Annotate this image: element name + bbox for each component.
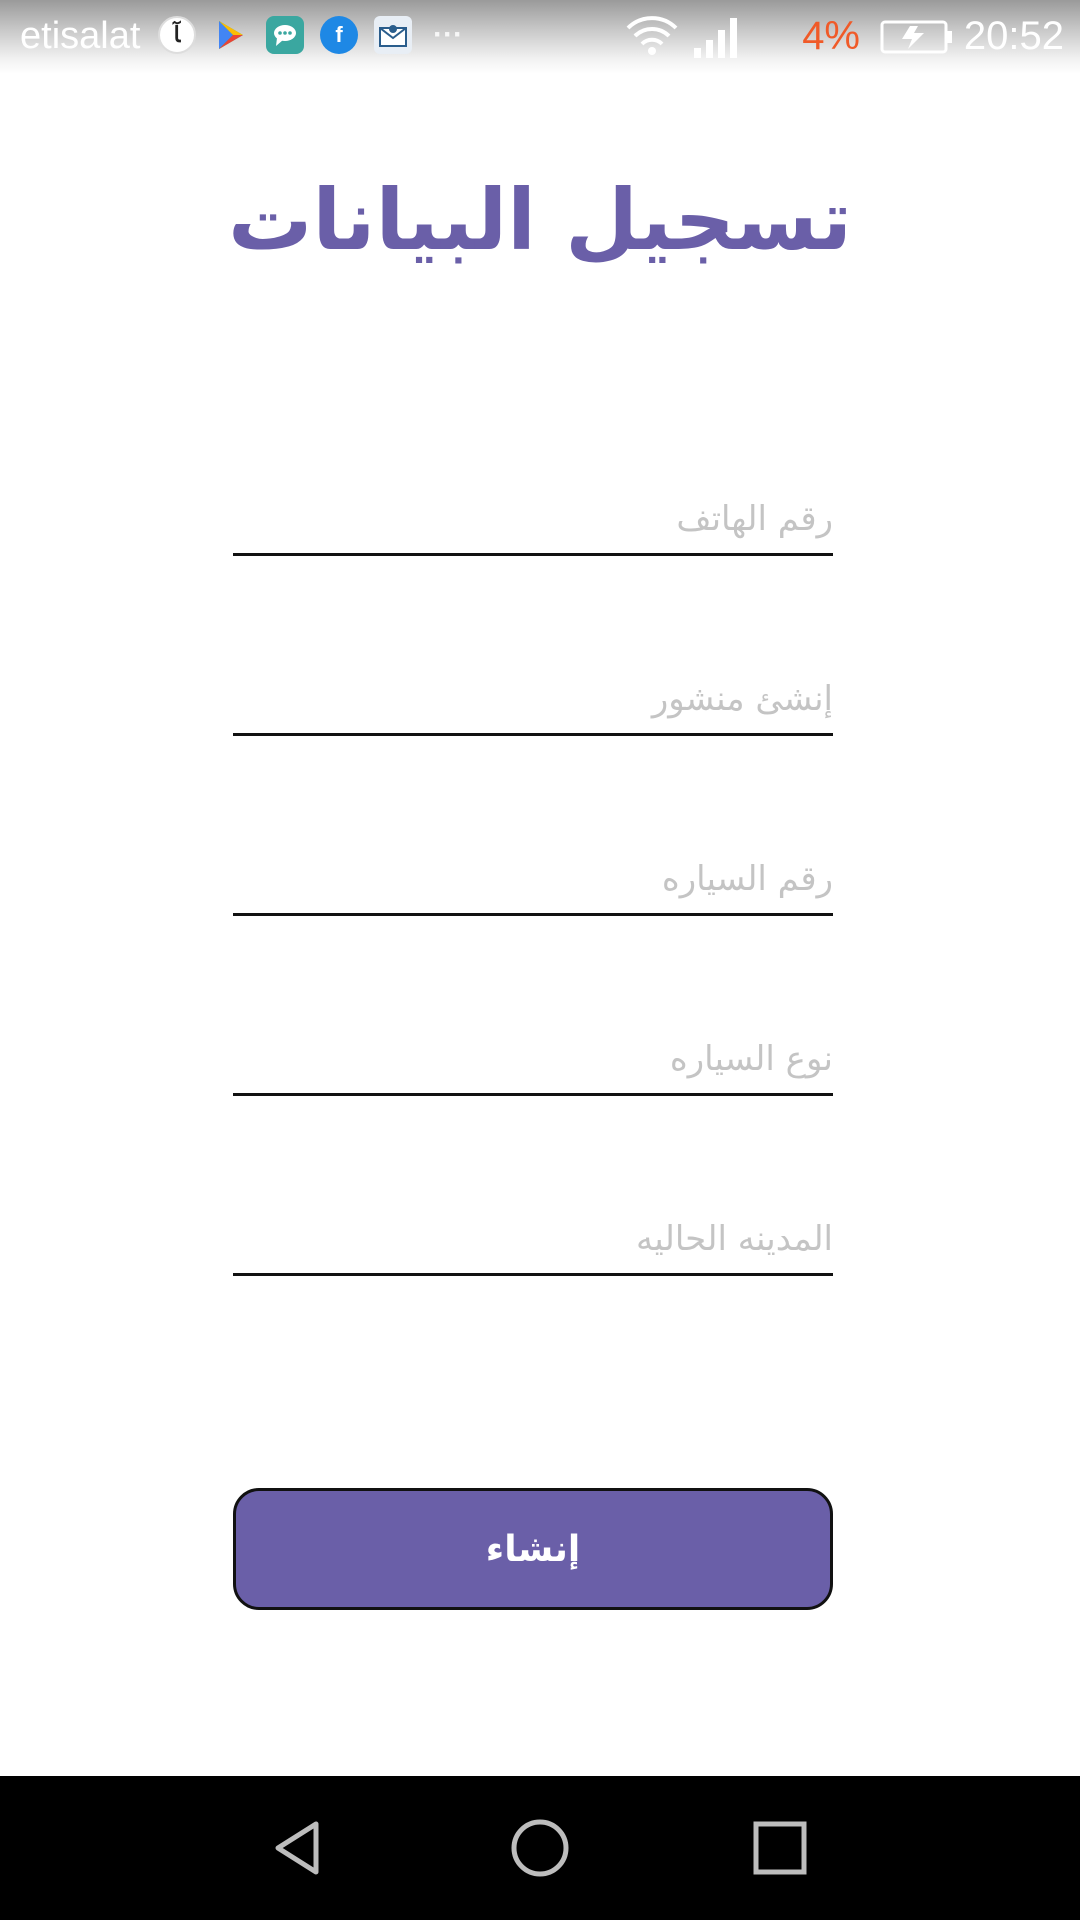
clock: 20:52 xyxy=(963,14,1064,58)
wifi-icon xyxy=(626,16,678,55)
phone-number-field-wrapper xyxy=(233,456,833,556)
phone-number-field[interactable] xyxy=(233,456,833,553)
app-icon: ﺂ xyxy=(158,16,196,54)
messages-icon xyxy=(266,16,304,54)
create-post-field[interactable] xyxy=(233,636,833,733)
status-bar: etisalat ﺂ f ··· 4% 20:52 xyxy=(0,0,1080,74)
recents-icon[interactable] xyxy=(744,1812,816,1884)
current-city-field[interactable] xyxy=(233,1176,833,1273)
battery-percent: 4% xyxy=(802,14,860,58)
create-button[interactable]: إنشاء xyxy=(233,1488,833,1610)
home-icon[interactable] xyxy=(504,1812,576,1884)
car-type-field[interactable] xyxy=(233,996,833,1093)
page-title: تسجيل البيانات xyxy=(227,171,852,269)
car-number-field[interactable] xyxy=(233,816,833,913)
create-post-field-wrapper xyxy=(233,636,833,736)
play-store-icon xyxy=(212,16,250,54)
car-type-field-wrapper xyxy=(233,996,833,1096)
battery-charging-icon xyxy=(880,20,952,54)
more-notifications-icon: ··· xyxy=(433,18,463,51)
car-number-field-wrapper xyxy=(233,816,833,916)
back-icon[interactable] xyxy=(264,1812,336,1884)
signal-icon xyxy=(694,18,737,58)
carrier-name: etisalat xyxy=(20,15,141,57)
current-city-field-wrapper xyxy=(233,1176,833,1276)
facebook-icon: f xyxy=(320,16,358,54)
navigation-bar xyxy=(0,1776,1080,1920)
mail-icon xyxy=(374,16,412,54)
screen: etisalat ﺂ f ··· 4% 20:52 تسجيل البيانات… xyxy=(0,0,1080,1920)
